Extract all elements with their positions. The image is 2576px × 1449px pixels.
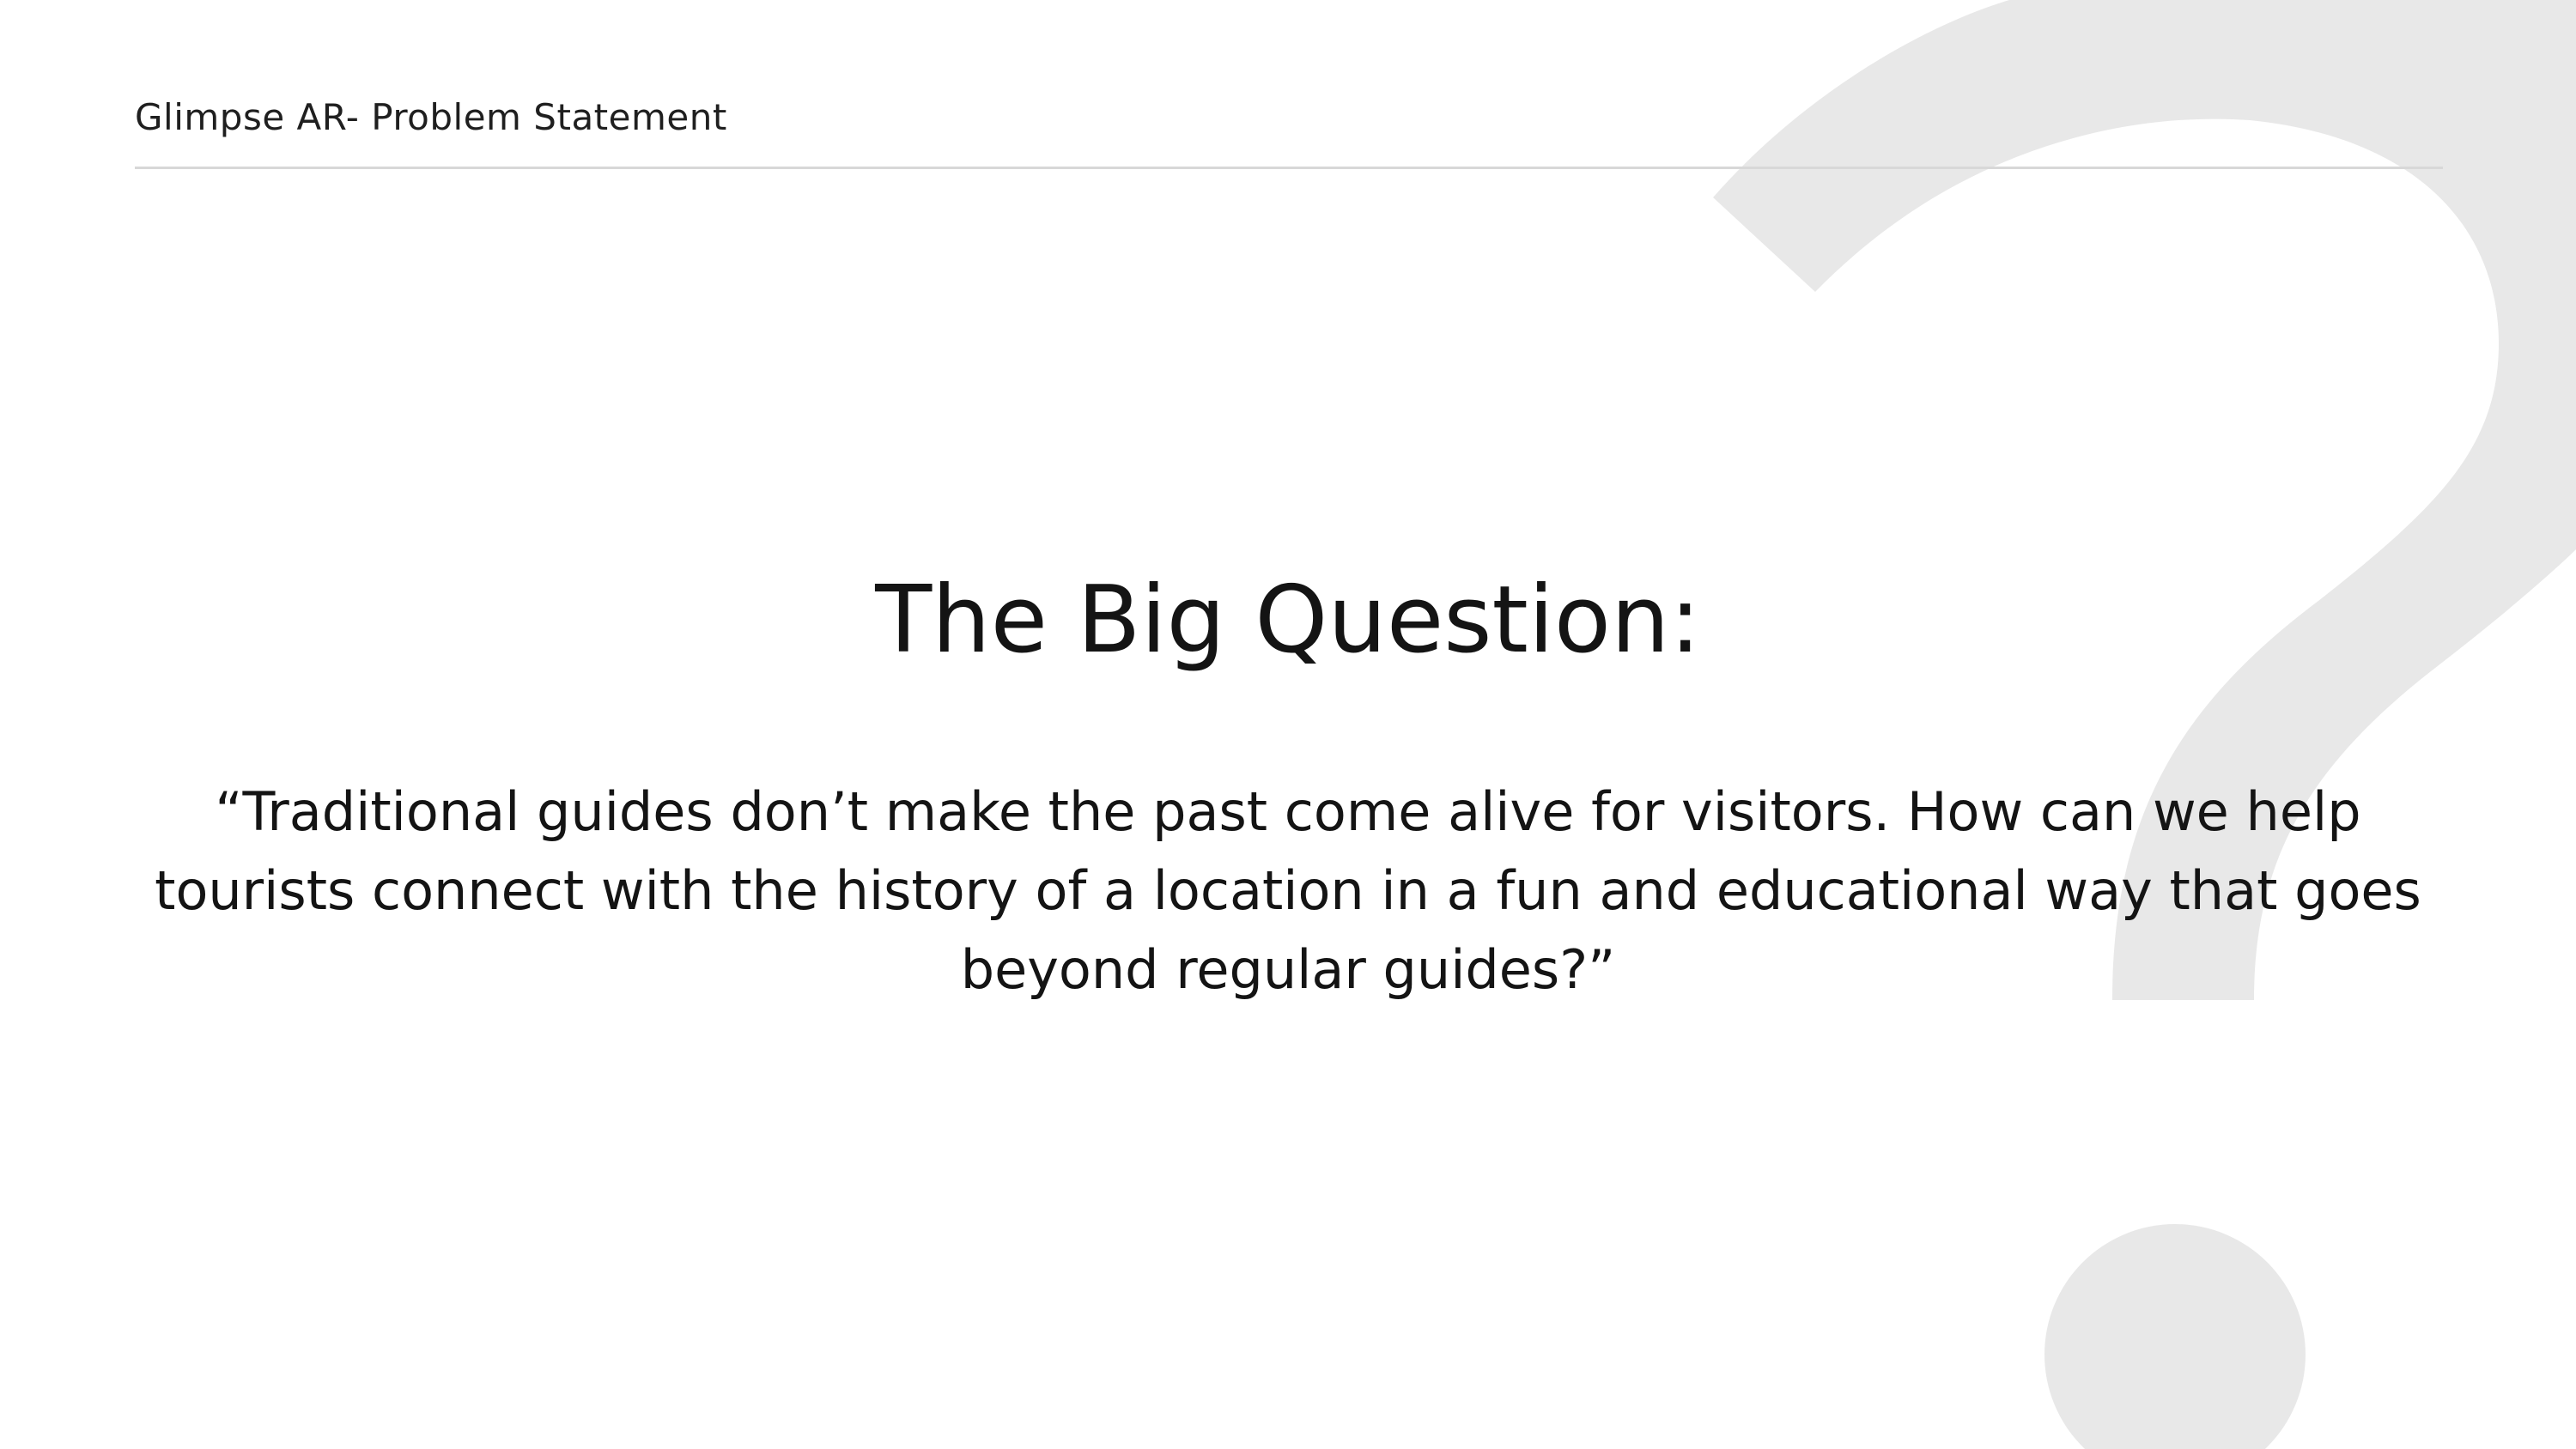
question-mark-icon [1713,0,2576,1449]
problem-statement-quote: “Traditional guides don’t make the past … [155,780,2421,1001]
header-title: Glimpse AR- Problem Statement [135,96,727,138]
header-divider [135,167,2443,169]
main-heading: The Big Question: [875,567,1701,674]
slide: Glimpse AR- Problem Statement The Big Qu… [0,0,2576,1449]
